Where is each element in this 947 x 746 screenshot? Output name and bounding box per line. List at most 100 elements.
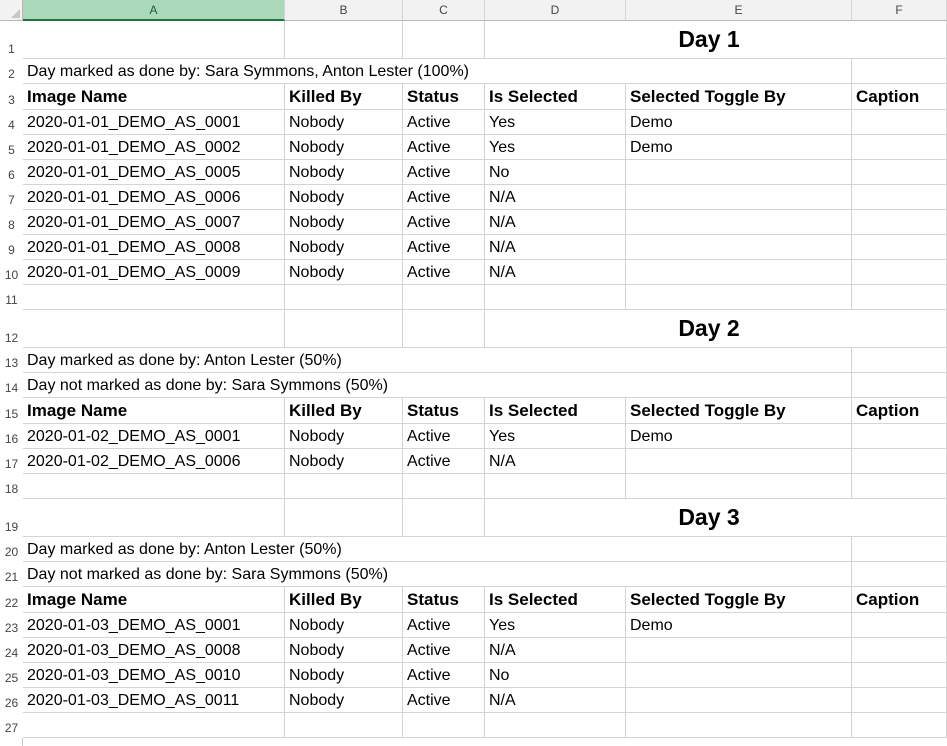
row-header-6[interactable]: 6	[0, 160, 23, 185]
row-header-23[interactable]: 23	[0, 613, 23, 638]
cell-b16[interactable]: Nobody	[285, 424, 403, 448]
cell-b4[interactable]: Nobody	[285, 110, 403, 134]
day-status-note[interactable]: Day not marked as done by: Sara Symmons …	[27, 377, 388, 395]
header-cell-d3[interactable]: Is Selected	[485, 84, 626, 109]
cell-f9[interactable]	[852, 235, 947, 259]
cell-c5[interactable]: Active	[403, 135, 485, 159]
day-status-note[interactable]: Day not marked as done by: Sara Symmons …	[27, 566, 388, 584]
cell-d17[interactable]: N/A	[485, 449, 626, 473]
header-cell-e22[interactable]: Selected Toggle By	[626, 587, 852, 612]
cell-b17[interactable]: Nobody	[285, 449, 403, 473]
cell-a25[interactable]: 2020-01-03_DEMO_AS_0010	[23, 663, 285, 687]
row-header-14[interactable]: 14	[0, 373, 23, 398]
row-header-12[interactable]: 12	[0, 310, 23, 348]
header-cell-c15[interactable]: Status	[403, 398, 485, 423]
cell-b24[interactable]: Nobody	[285, 638, 403, 662]
row-header-25[interactable]: 25	[0, 663, 23, 688]
cell-e23[interactable]: Demo	[626, 613, 852, 637]
row-header-13[interactable]: 13	[0, 348, 23, 373]
cell-e9[interactable]	[626, 235, 852, 259]
day-status-note[interactable]: Day marked as done by: Anton Lester (50%…	[27, 352, 342, 370]
row-header-19[interactable]: 19	[0, 499, 23, 537]
cell-f7[interactable]	[852, 185, 947, 209]
cell-e10[interactable]	[626, 260, 852, 284]
cell-a26[interactable]: 2020-01-03_DEMO_AS_0011	[23, 688, 285, 712]
day-status-note[interactable]: Day marked as done by: Anton Lester (50%…	[27, 541, 342, 559]
row-header-20[interactable]: 20	[0, 537, 23, 562]
cell-c18[interactable]	[403, 474, 485, 498]
cell-d18[interactable]	[485, 474, 626, 498]
cell-a16[interactable]: 2020-01-02_DEMO_AS_0001	[23, 424, 285, 448]
header-cell-c22[interactable]: Status	[403, 587, 485, 612]
row-header-16[interactable]: 16	[0, 424, 23, 449]
header-cell-e15[interactable]: Selected Toggle By	[626, 398, 852, 423]
cell-c7[interactable]: Active	[403, 185, 485, 209]
cell-f24[interactable]	[852, 638, 947, 662]
row-header-1[interactable]: 1	[0, 21, 23, 59]
cell-e17[interactable]	[626, 449, 852, 473]
cell-d6[interactable]: No	[485, 160, 626, 184]
cell-c23[interactable]: Active	[403, 613, 485, 637]
cell-c9[interactable]: Active	[403, 235, 485, 259]
cell-b7[interactable]: Nobody	[285, 185, 403, 209]
cell-f25[interactable]	[852, 663, 947, 687]
cell-e16[interactable]: Demo	[626, 424, 852, 448]
cell-e25[interactable]	[626, 663, 852, 687]
column-header-f[interactable]: F	[852, 0, 947, 21]
cell-b9[interactable]: Nobody	[285, 235, 403, 259]
cell-d25[interactable]: No	[485, 663, 626, 687]
cell-c17[interactable]: Active	[403, 449, 485, 473]
header-cell-f22[interactable]: Caption	[852, 587, 947, 612]
header-cell-d15[interactable]: Is Selected	[485, 398, 626, 423]
row-header-3[interactable]: 3	[0, 84, 23, 110]
cell-e18[interactable]	[626, 474, 852, 498]
row-header-5[interactable]: 5	[0, 135, 23, 160]
cell-f4[interactable]	[852, 110, 947, 134]
cell-d9[interactable]: N/A	[485, 235, 626, 259]
cell-a18[interactable]	[23, 474, 285, 498]
cell-a7[interactable]: 2020-01-01_DEMO_AS_0006	[23, 185, 285, 209]
cell-c4[interactable]: Active	[403, 110, 485, 134]
row-header-7[interactable]: 7	[0, 185, 23, 210]
cell-d4[interactable]: Yes	[485, 110, 626, 134]
column-header-a[interactable]: A	[23, 0, 285, 21]
cell-e11[interactable]	[626, 285, 852, 309]
header-cell-a22[interactable]: Image Name	[23, 587, 285, 612]
cell-c10[interactable]: Active	[403, 260, 485, 284]
row-header-2[interactable]: 2	[0, 59, 23, 84]
cell-c25[interactable]: Active	[403, 663, 485, 687]
cell-e26[interactable]	[626, 688, 852, 712]
cell-c8[interactable]: Active	[403, 210, 485, 234]
column-header-e[interactable]: E	[626, 0, 852, 21]
cell-e4[interactable]: Demo	[626, 110, 852, 134]
cell-b25[interactable]: Nobody	[285, 663, 403, 687]
cell-d11[interactable]	[485, 285, 626, 309]
header-cell-c3[interactable]: Status	[403, 84, 485, 109]
day-status-note[interactable]: Day marked as done by: Sara Symmons, Ant…	[27, 63, 469, 81]
cell-b5[interactable]: Nobody	[285, 135, 403, 159]
cell-a10[interactable]: 2020-01-01_DEMO_AS_0009	[23, 260, 285, 284]
header-cell-d22[interactable]: Is Selected	[485, 587, 626, 612]
cell-d27[interactable]	[485, 713, 626, 737]
header-cell-f3[interactable]: Caption	[852, 84, 947, 109]
row-header-9[interactable]: 9	[0, 235, 23, 260]
cell-e5[interactable]: Demo	[626, 135, 852, 159]
row-header-4[interactable]: 4	[0, 110, 23, 135]
column-header-b[interactable]: B	[285, 0, 403, 21]
cell-b8[interactable]: Nobody	[285, 210, 403, 234]
header-cell-b22[interactable]: Killed By	[285, 587, 403, 612]
cell-a4[interactable]: 2020-01-01_DEMO_AS_0001	[23, 110, 285, 134]
cell-c16[interactable]: Active	[403, 424, 485, 448]
cell-f6[interactable]	[852, 160, 947, 184]
cell-d8[interactable]: N/A	[485, 210, 626, 234]
cell-d5[interactable]: Yes	[485, 135, 626, 159]
cell-a9[interactable]: 2020-01-01_DEMO_AS_0008	[23, 235, 285, 259]
cell-e6[interactable]	[626, 160, 852, 184]
cell-e27[interactable]	[626, 713, 852, 737]
cell-a23[interactable]: 2020-01-03_DEMO_AS_0001	[23, 613, 285, 637]
row-header-27[interactable]: 27	[0, 713, 23, 738]
cell-d16[interactable]: Yes	[485, 424, 626, 448]
row-header-24[interactable]: 24	[0, 638, 23, 663]
cell-e7[interactable]	[626, 185, 852, 209]
cell-a11[interactable]	[23, 285, 285, 309]
